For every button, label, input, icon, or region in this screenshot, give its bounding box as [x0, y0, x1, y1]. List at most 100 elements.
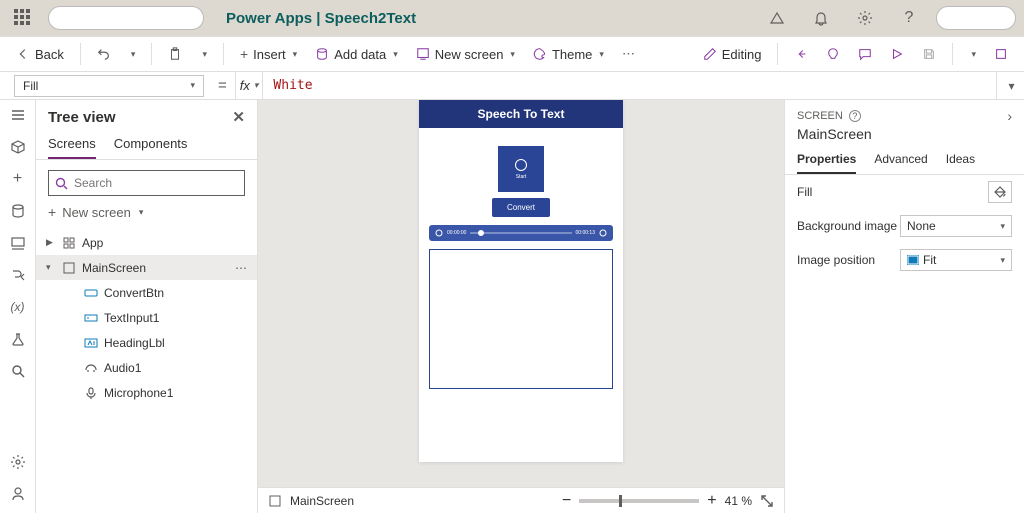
- zoom-out-button[interactable]: −: [562, 492, 571, 510]
- new-screen-label: New screen: [435, 47, 504, 62]
- new-screen-link[interactable]: + New screen ▾: [36, 202, 257, 228]
- canvas-footer: MainScreen − + 41 %: [258, 487, 784, 513]
- add-data-button[interactable]: Add data ▾: [309, 43, 404, 66]
- tree-node-microphone[interactable]: Microphone1: [36, 380, 257, 405]
- prop-imgpos-select[interactable]: Fit ▾: [900, 249, 1012, 271]
- tab-advanced[interactable]: Advanced: [874, 152, 927, 174]
- formula-input[interactable]: White: [262, 72, 996, 99]
- header-bar: Power Apps | Speech2Text ?: [0, 0, 1024, 36]
- editing-label: Editing: [722, 47, 762, 62]
- tab-components[interactable]: Components: [114, 136, 188, 159]
- canvas-area: Speech To Text Start Convert 00:00:00 00…: [258, 100, 784, 513]
- tree-node-audio[interactable]: Audio1: [36, 355, 257, 380]
- back-button[interactable]: Back: [10, 43, 70, 66]
- prop-fill-swatch[interactable]: [988, 181, 1012, 203]
- tree-node-convertbtn[interactable]: ConvertBtn: [36, 280, 257, 305]
- bell-icon[interactable]: [812, 9, 830, 27]
- env-pill[interactable]: [48, 6, 204, 30]
- comments-button[interactable]: [852, 43, 878, 65]
- share-button[interactable]: [788, 43, 814, 65]
- rail-flow-icon[interactable]: [9, 266, 27, 284]
- tab-properties[interactable]: Properties: [797, 152, 856, 174]
- back-label: Back: [35, 47, 64, 62]
- tree-node-app[interactable]: ▶ App: [36, 230, 257, 255]
- rail-ask-icon[interactable]: [9, 485, 27, 503]
- paste-button[interactable]: [162, 43, 188, 65]
- insert-button[interactable]: + Insert ▾: [234, 42, 303, 66]
- equals-sign: =: [210, 77, 235, 94]
- zoom-in-button[interactable]: +: [707, 492, 716, 510]
- left-rail: + (x): [0, 100, 36, 513]
- overflow-button[interactable]: ⋯: [616, 42, 641, 66]
- preview-screen[interactable]: Speech To Text Start Convert 00:00:00 00…: [419, 100, 623, 462]
- insert-label: Insert: [253, 47, 286, 62]
- profile-pill[interactable]: [936, 6, 1016, 30]
- tree-view-pane: Tree view ✕ Screens Components + New scr…: [36, 100, 258, 513]
- rail-search-icon[interactable]: [9, 362, 27, 380]
- app-icon: [62, 236, 76, 250]
- rail-hamburger-icon[interactable]: [9, 106, 27, 124]
- tree-node-headinglbl[interactable]: HeadingLbl: [36, 330, 257, 355]
- search-input[interactable]: [74, 176, 238, 190]
- tab-screens[interactable]: Screens: [48, 136, 96, 159]
- paste-dropdown[interactable]: ▾: [194, 45, 213, 64]
- preview-convert-button: Convert: [492, 198, 550, 217]
- theme-label: Theme: [552, 47, 592, 62]
- prop-fill-label: Fill: [797, 185, 988, 199]
- checker-button[interactable]: [820, 43, 846, 65]
- editing-button[interactable]: Editing: [697, 43, 768, 66]
- rail-variables-icon[interactable]: (x): [9, 298, 27, 316]
- rail-tree-icon[interactable]: [9, 138, 27, 156]
- publish-button[interactable]: [988, 43, 1014, 65]
- new-screen-button[interactable]: New screen ▾: [410, 43, 521, 66]
- fit-button[interactable]: [760, 494, 774, 508]
- preview-mic-button: Start: [498, 146, 544, 192]
- properties-pane: SCREEN ? › MainScreen Properties Advance…: [784, 100, 1024, 513]
- save-button[interactable]: [916, 43, 942, 65]
- tree-node-mainscreen[interactable]: ▾ MainScreen ⋯: [36, 255, 257, 280]
- zoom-value: 41 %: [725, 494, 752, 508]
- preview-textbox: [429, 249, 613, 389]
- rail-settings-icon[interactable]: [9, 453, 27, 471]
- save-dropdown[interactable]: ▾: [963, 45, 982, 64]
- label-icon: [84, 336, 98, 350]
- pane-label: SCREEN: [797, 110, 843, 122]
- mic-circle-icon: [515, 159, 527, 171]
- button-icon: [84, 286, 98, 300]
- zoom-slider[interactable]: [579, 499, 699, 503]
- microphone-icon: [84, 386, 98, 400]
- formula-bar: Fill ▾ = fx▾ White ▾: [0, 72, 1024, 100]
- work-area: + (x) Tree view ✕ Screens Components + N…: [0, 100, 1024, 513]
- info-icon[interactable]: ?: [849, 110, 861, 122]
- gear-icon[interactable]: [856, 9, 874, 27]
- node-more-icon[interactable]: ⋯: [235, 261, 247, 275]
- preview-audio-player: 00:00:00 00:00:13: [429, 225, 613, 241]
- rail-media-icon[interactable]: [9, 234, 27, 252]
- search-icon: [55, 177, 68, 190]
- fx-label[interactable]: fx▾: [235, 72, 263, 99]
- undo-dropdown[interactable]: ▾: [123, 45, 142, 64]
- waffle-icon[interactable]: [14, 9, 32, 27]
- close-icon[interactable]: ✕: [232, 108, 245, 126]
- diagnostics-icon[interactable]: [768, 9, 786, 27]
- expand-formula-button[interactable]: ▾: [996, 72, 1024, 99]
- collapse-pane-icon[interactable]: ›: [1007, 108, 1012, 124]
- preview-header: Speech To Text: [419, 100, 623, 128]
- footer-screen-icon: [268, 494, 282, 508]
- undo-button[interactable]: [91, 43, 117, 65]
- help-icon[interactable]: ?: [900, 9, 918, 27]
- screen-icon: [62, 261, 76, 275]
- tree-search[interactable]: [48, 170, 245, 196]
- rail-insert-icon[interactable]: +: [9, 170, 27, 188]
- add-data-label: Add data: [334, 47, 386, 62]
- theme-button[interactable]: Theme ▾: [527, 43, 610, 66]
- rail-tests-icon[interactable]: [9, 330, 27, 348]
- preview-button[interactable]: [884, 43, 910, 65]
- tab-ideas[interactable]: Ideas: [946, 152, 975, 174]
- tree-node-textinput[interactable]: TextInput1: [36, 305, 257, 330]
- property-selector[interactable]: Fill ▾: [14, 75, 204, 97]
- rail-data-icon[interactable]: [9, 202, 27, 220]
- prop-bgimage-label: Background image: [797, 219, 900, 233]
- prop-bgimage-select[interactable]: None▾: [900, 215, 1012, 237]
- app-title: Power Apps | Speech2Text: [226, 10, 416, 27]
